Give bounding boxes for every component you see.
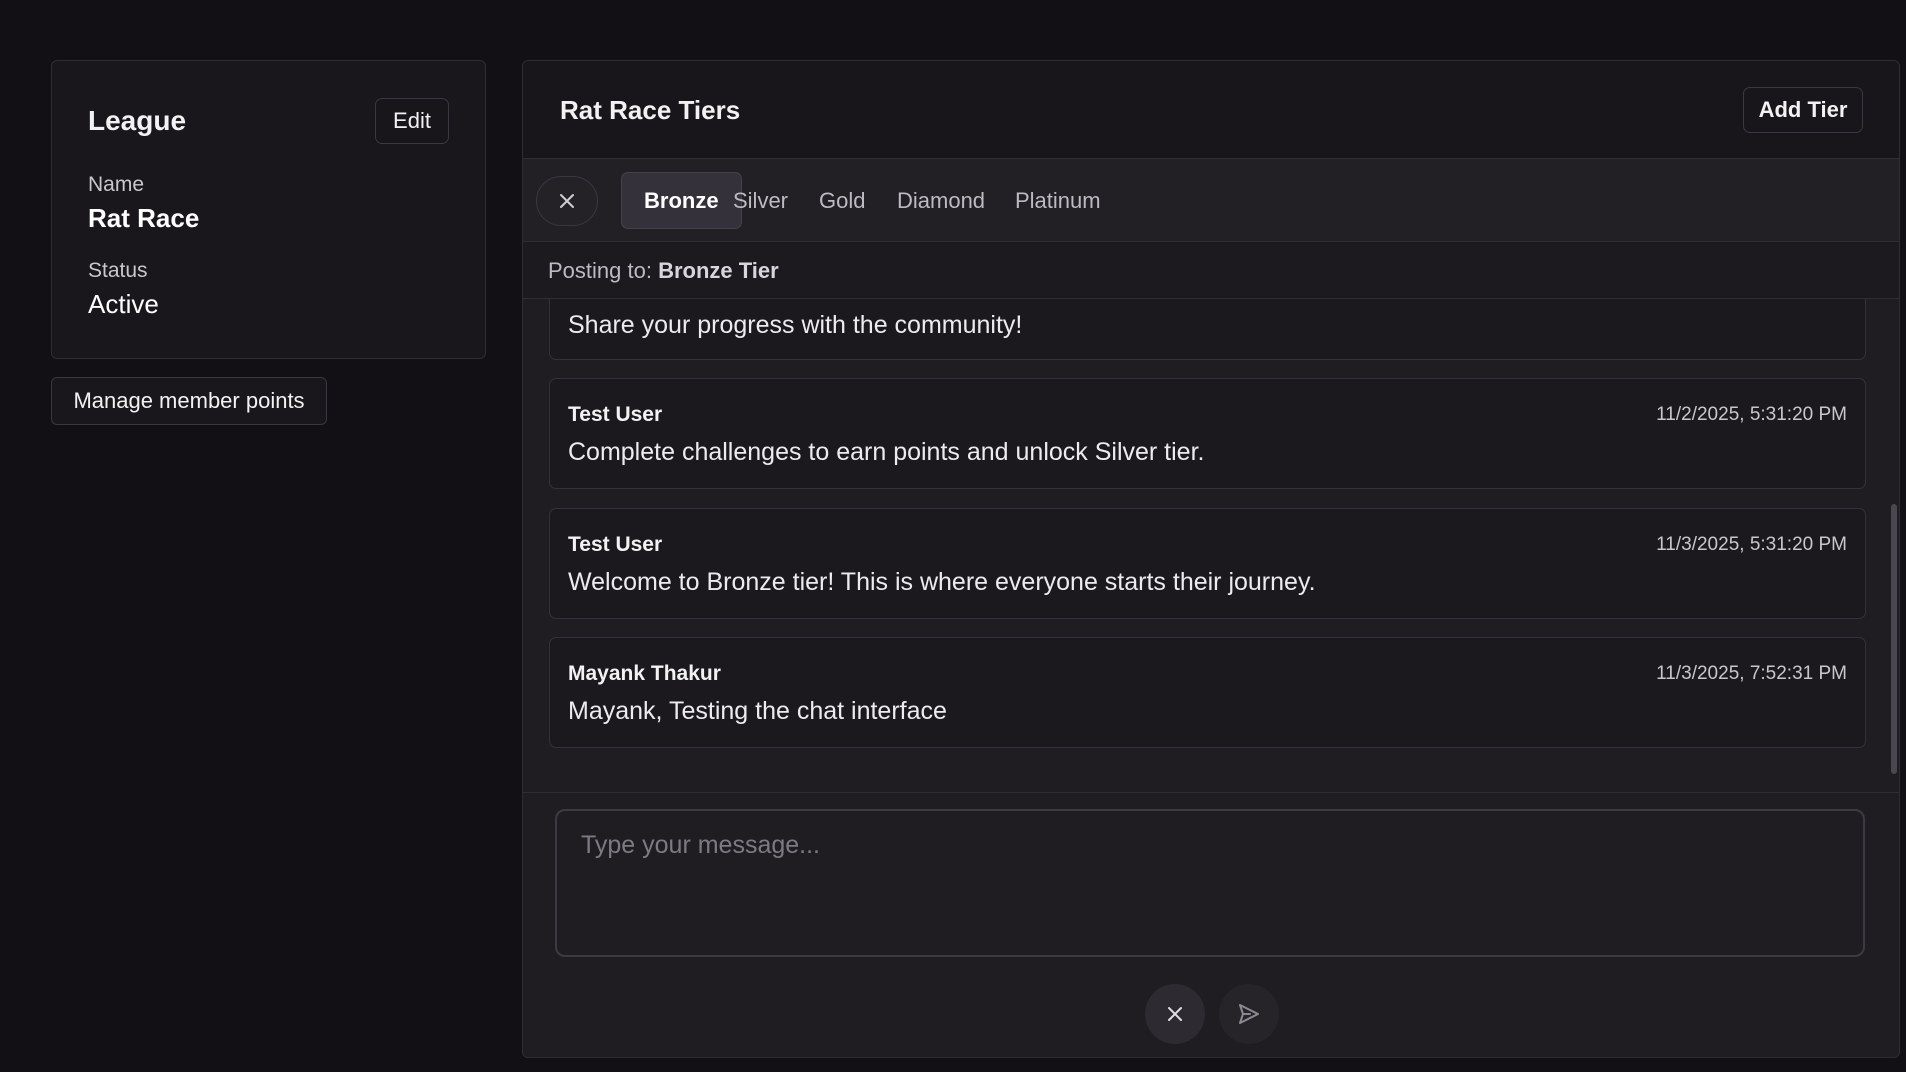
manage-member-points-button[interactable]: Manage member points <box>51 377 327 425</box>
message-input[interactable] <box>555 809 1865 957</box>
close-tabs-button[interactable] <box>536 176 598 226</box>
message-item: Test User 11/2/2025, 5:31:20 PM Complete… <box>549 378 1866 489</box>
message-author: Mayank Thakur <box>568 662 721 685</box>
message-list[interactable]: Share your progress with the community! … <box>523 299 1899 786</box>
league-name-value: Rat Race <box>88 203 200 233</box>
tab-gold[interactable]: Gold <box>797 172 887 229</box>
tab-silver[interactable]: Silver <box>711 172 810 229</box>
close-icon <box>560 194 574 208</box>
clear-message-button[interactable] <box>1145 984 1205 1044</box>
tier-tabs: Bronze Silver Gold Diamond Platinum <box>523 159 1899 242</box>
league-card: League Edit Name Rat Race Status Active <box>51 60 486 359</box>
league-card-title: League <box>88 105 187 136</box>
message-timestamp: 11/3/2025, 5:31:20 PM <box>1656 534 1847 555</box>
message-item: Mayank Thakur 11/3/2025, 7:52:31 PM Maya… <box>549 637 1866 748</box>
message-composer <box>523 792 1899 1057</box>
message-item: Test User 11/3/2025, 5:31:20 PM Welcome … <box>549 508 1866 619</box>
posting-tier-name: Bronze Tier <box>658 258 779 283</box>
close-icon <box>1168 1007 1182 1021</box>
posting-to-bar: Posting to: Bronze Tier <box>523 242 1899 299</box>
tiers-panel: Rat Race Tiers Add Tier Bronze Silver Go… <box>522 60 1900 1058</box>
message-scrollbar-thumb[interactable] <box>1891 504 1897 774</box>
message-author: Test User <box>568 533 663 556</box>
message-item: Share your progress with the community! <box>549 299 1866 360</box>
message-timestamp: 11/3/2025, 7:52:31 PM <box>1656 663 1847 684</box>
tiers-panel-header: Rat Race Tiers Add Tier <box>523 61 1899 159</box>
edit-league-button[interactable]: Edit <box>375 98 449 144</box>
posting-prefix: Posting to: <box>548 258 652 283</box>
message-author: Test User <box>568 403 663 426</box>
add-tier-button[interactable]: Add Tier <box>1743 87 1863 133</box>
message-text: Welcome to Bronze tier! This is where ev… <box>568 568 1316 596</box>
send-message-button[interactable] <box>1219 984 1279 1044</box>
posting-to-label: Posting to: Bronze Tier <box>548 258 779 284</box>
message-scrollbar[interactable] <box>1891 299 1897 786</box>
tab-diamond[interactable]: Diamond <box>875 172 1007 229</box>
tab-platinum[interactable]: Platinum <box>993 172 1123 229</box>
page: League Edit Name Rat Race Status Active … <box>0 0 1906 1072</box>
message-text: Mayank, Testing the chat interface <box>568 697 947 725</box>
tiers-panel-title: Rat Race Tiers <box>560 95 741 125</box>
message-timestamp: 11/2/2025, 5:31:20 PM <box>1656 404 1847 425</box>
message-text: Share your progress with the community! <box>568 311 1023 339</box>
name-label: Name <box>88 173 145 196</box>
send-icon <box>1239 1004 1259 1024</box>
league-status-value: Active <box>88 289 159 319</box>
message-text: Complete challenges to earn points and u… <box>568 438 1205 466</box>
status-label: Status <box>88 259 148 282</box>
